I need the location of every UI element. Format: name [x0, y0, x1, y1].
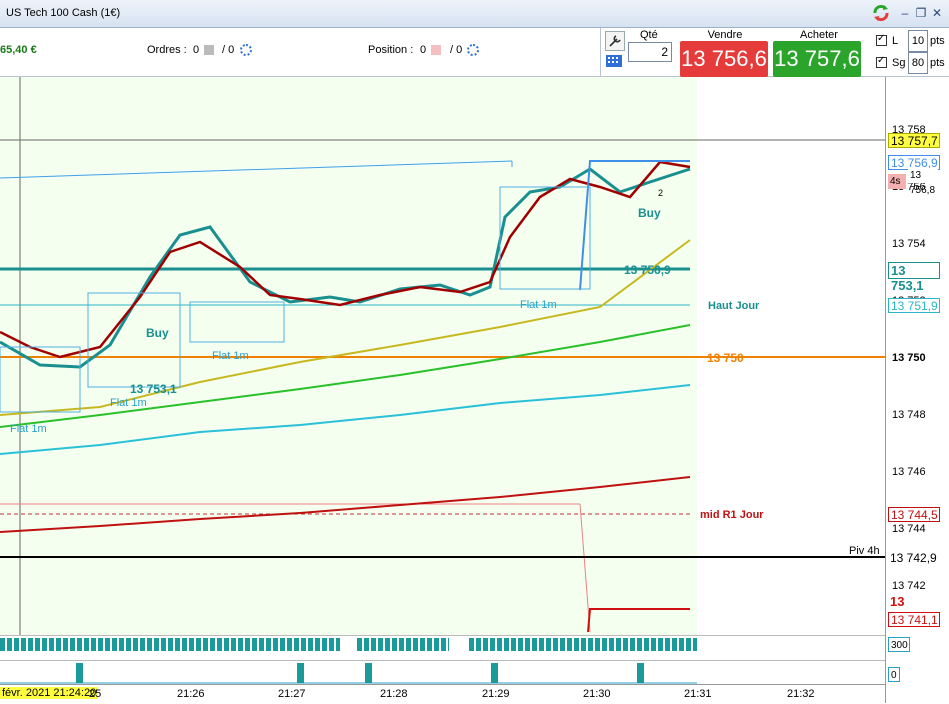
price-chart[interactable]: Buy Buy Flat 1m Flat 1m Flat 1m Flat 1m …: [0, 77, 885, 635]
volume-bars: [0, 636, 697, 661]
qty-label: Qté: [640, 29, 658, 41]
keypad-icon[interactable]: [605, 53, 623, 69]
window-title: US Tech 100 Cash (1€): [6, 7, 121, 19]
blue-trend-line: [0, 160, 513, 179]
y-tick: 13 750: [892, 352, 926, 364]
price-tag-top: 13 757,7: [888, 133, 940, 148]
indicator-axis-tag: 0: [888, 667, 900, 682]
x-tick: 21:29: [482, 688, 510, 700]
green-ma-line: [0, 324, 691, 428]
position-value-a: 0: [420, 44, 427, 56]
sg-value-input[interactable]: 80: [908, 52, 928, 74]
y-tick: 13 754: [892, 238, 926, 250]
red-level-line: [587, 608, 690, 633]
close-icon[interactable]: ✕: [929, 5, 945, 21]
x-tick: 21:31: [684, 688, 712, 700]
restore-icon[interactable]: ❐: [913, 5, 929, 21]
l-value-input[interactable]: 10: [908, 30, 928, 52]
indicator-panel[interactable]: [0, 660, 885, 685]
flat-label-2: Flat 1m: [10, 423, 47, 435]
balance-value: 65,40 €: [0, 44, 37, 56]
price-label-2: 13 756,9: [624, 263, 671, 277]
qty-input[interactable]: [628, 42, 672, 62]
yellow-ma-line: [0, 239, 691, 416]
minimize-icon[interactable]: –: [897, 5, 913, 21]
red-level-tag: 13 741,1: [888, 594, 940, 624]
buy-price: 13 757,6: [774, 46, 860, 71]
buy-signal-label-1: Buy: [146, 326, 169, 340]
y-tick: 13 748: [892, 409, 926, 421]
x-tick: 21:30: [583, 688, 611, 700]
sync-icon[interactable]: [871, 3, 891, 23]
x-tick-current: févr. 2021 21:24:20: [0, 687, 99, 699]
position-value-b: / 0: [450, 44, 463, 56]
price-red-line: [0, 160, 691, 359]
cyan-ma-line: [0, 384, 691, 455]
x-tick: 21:32: [787, 688, 815, 700]
countdown-tag: 4s: [888, 174, 906, 189]
sg-label: Sg: [892, 57, 906, 69]
haut-jour-tag: 13 751,9: [888, 298, 940, 313]
price-label-1: 13 753,1: [130, 382, 177, 396]
orders-label: Ordres :: [147, 44, 187, 56]
x-tick: 21:27: [278, 688, 306, 700]
sell-label: Vendre: [707, 29, 743, 41]
position-close-icon[interactable]: [431, 45, 441, 55]
x-tick: 25: [89, 688, 102, 700]
wrench-icon[interactable]: [605, 31, 625, 51]
sell-button[interactable]: 13 756,6: [680, 41, 768, 77]
buy-label: Acheter: [800, 29, 838, 41]
l-label: L: [892, 35, 899, 47]
y-tick: 13 744: [892, 523, 926, 535]
y-tick: 13 742: [892, 580, 926, 592]
orders-close-icon[interactable]: [204, 45, 214, 55]
time-axis[interactable]: févr. 2021 21:24:20 25 21:26 21:27 21:28…: [0, 684, 885, 704]
chart-canvas: [0, 77, 885, 635]
volume-panel[interactable]: [0, 635, 885, 661]
y-tick: 13 746: [892, 466, 926, 478]
sg-pts-label: pts: [930, 57, 945, 69]
red-level-tag-2: 13 741,1: [888, 612, 940, 627]
piv4h-tag: 13 742,9: [888, 551, 940, 566]
mid-r1-tag: 13 744,5: [888, 507, 940, 522]
volume-axis-tag: 300: [888, 637, 910, 652]
marker-2-label: 2: [658, 188, 664, 198]
position-gear-icon[interactable]: [467, 44, 479, 56]
x-tick: 21:28: [380, 688, 408, 700]
l-pts-label: pts: [930, 35, 945, 47]
orders-value-b: / 0: [222, 44, 235, 56]
piv4h-label: Piv 4h: [849, 545, 880, 557]
toolbar-divider: [600, 28, 601, 76]
flat-label-3: Flat 1m: [212, 350, 249, 362]
indicator-bars: [0, 663, 697, 684]
price-tag-small: 13 756,8: [908, 168, 938, 196]
flat-label-1: Flat 1m: [110, 397, 147, 409]
price-axis[interactable]: 13 758 13 756 13 754 13 752 13 750 13 74…: [885, 77, 949, 703]
buy-button[interactable]: 13 757,6: [773, 41, 861, 77]
x-tick: 21:26: [177, 688, 205, 700]
mid-r1-label: mid R1 Jour: [700, 509, 764, 521]
position-label: Position :: [368, 44, 414, 56]
teal-level-tag: 13 753,1: [888, 262, 940, 293]
l-checkbox[interactable]: [876, 33, 887, 46]
orders-gear-icon[interactable]: [240, 44, 252, 56]
buy-signal-label-2: Buy: [638, 206, 661, 220]
window-titlebar: US Tech 100 Cash (1€) – ❐ ✕: [0, 0, 949, 28]
sg-checkbox[interactable]: [876, 55, 887, 68]
sell-price: 13 756,6: [681, 46, 767, 71]
haut-jour-label: Haut Jour: [708, 300, 760, 312]
orange-level-label: 13 750: [707, 351, 744, 365]
flat-label-4: Flat 1m: [520, 299, 557, 311]
orders-value-a: 0: [193, 44, 200, 56]
